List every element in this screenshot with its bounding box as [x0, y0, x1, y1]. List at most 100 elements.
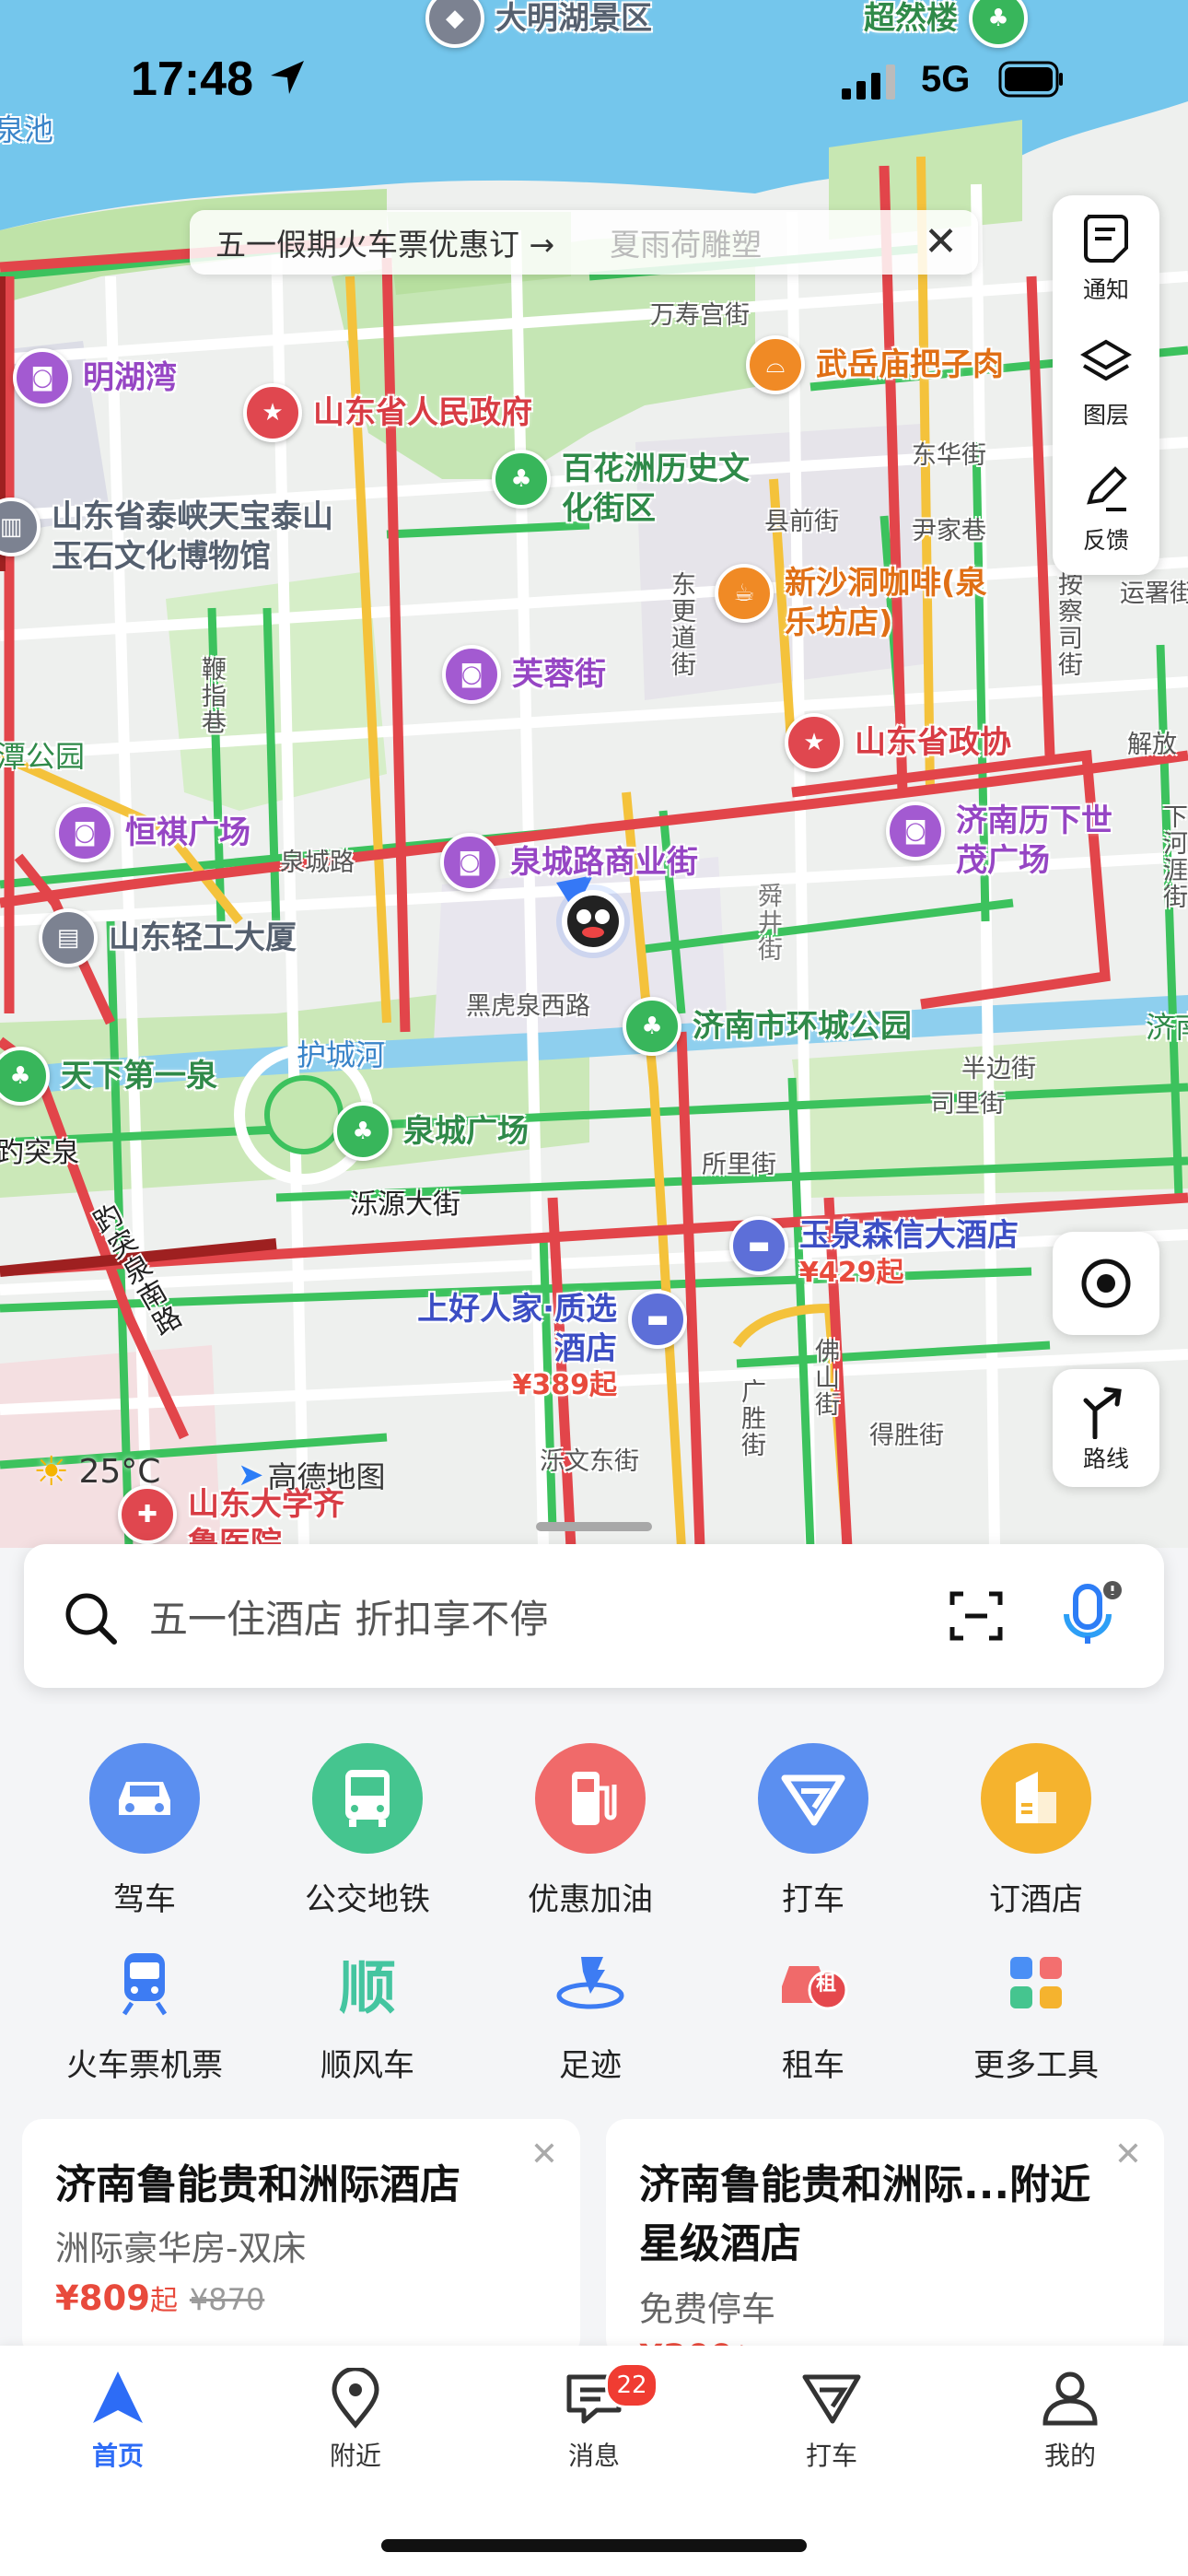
poi-quancheng-square[interactable]: ♣ 泉城广场 — [333, 1102, 529, 1161]
shopping-bag-icon: ◙ — [55, 803, 114, 862]
tool-train-flight-label: 火车票机票 — [66, 2047, 223, 2084]
tool-fuel[interactable]: 优惠加油 — [489, 1743, 692, 1919]
bus-icon — [312, 1743, 423, 1854]
label-jinan-partial: 济南 — [1146, 1010, 1188, 1045]
street-yunshu: 运署街 — [1120, 580, 1188, 608]
fuel-icon — [535, 1743, 646, 1854]
poi-hengqi-plaza[interactable]: ◙ 恒祺广场 — [55, 803, 250, 862]
home-indicator[interactable] — [381, 2539, 807, 2552]
route-button[interactable]: 路线 — [1053, 1369, 1159, 1487]
tool-carpool[interactable]: 顺 顺风车 — [266, 1946, 469, 2085]
poi-provincial-government[interactable]: ★ 山东省人民政府 — [243, 383, 532, 442]
layers-icon — [1080, 339, 1132, 381]
tool-transit[interactable]: 公交地铁 — [266, 1743, 469, 1919]
tab-profile-label: 我的 — [1043, 2441, 1096, 2471]
location-arrow-icon — [271, 61, 304, 94]
scan-icon[interactable] — [947, 1587, 1006, 1645]
poi-quancheng-road[interactable]: ◙ 泉城路商业街 — [440, 833, 698, 892]
poi-yuquan-hotel[interactable]: ▬ 玉泉森信大酒店 ¥429起 — [729, 1216, 1019, 1290]
poi-coffee[interactable]: ☕ 新沙洞咖啡(泉乐坊店) — [715, 564, 1006, 642]
poi-baihuazhou[interactable]: ♣ 百花洲历史文化街区 — [492, 450, 774, 528]
search-icon — [65, 1593, 117, 1645]
profile-icon — [1042, 2371, 1098, 2426]
street-quancheng: 泉城路 — [280, 849, 355, 877]
close-icon[interactable]: ✕ — [924, 219, 958, 265]
location-pin-icon — [332, 2368, 379, 2429]
tool-drive[interactable]: 驾车 — [43, 1743, 246, 1919]
shopping-bag-icon: ◙ — [886, 802, 945, 861]
poi-cppcc[interactable]: ★ 山东省政协 — [785, 713, 1011, 772]
tool-taxi-label: 打车 — [782, 1881, 844, 1918]
tool-more[interactable]: 更多工具 — [935, 1946, 1137, 2085]
hotel-card-subtitle: 免费停车 — [639, 2289, 775, 2329]
street-luoyuan: 泺源大街 — [350, 1188, 460, 1221]
tab-nearby[interactable]: 附近 — [282, 2368, 429, 2473]
route-icon — [1083, 1387, 1122, 1439]
train-icon — [108, 1946, 181, 2020]
notification-icon — [1084, 215, 1128, 263]
hotel-card-2[interactable]: 济南鲁能贵和洲际...附近星级酒店 免费停车 ¥309起 ✕ — [606, 2119, 1164, 2359]
search-input[interactable]: 五一住酒店 折扣享不停 — [149, 1588, 548, 1645]
tool-car-rental[interactable]: 租 租车 — [712, 1946, 914, 2085]
poi-shanghao-hotel[interactable]: ▬ 上好人家·质选酒店 ¥389起 — [396, 1290, 687, 1403]
notification-label: 通知 — [1082, 276, 1129, 303]
voice-assistant-icon[interactable] — [1054, 1577, 1127, 1651]
park-icon: ♣ — [0, 1047, 50, 1106]
poi-museum[interactable]: ▥ 山东省泰峡天宝泰山玉石文化博物馆 — [0, 498, 355, 576]
hotel-card-1[interactable]: 济南鲁能贵和洲际酒店 洲际豪华房-双床 ¥809起 ¥870 ✕ — [22, 2119, 580, 2359]
street-xianqian: 县前街 — [764, 508, 839, 536]
feedback-label: 反馈 — [1082, 527, 1129, 554]
tool-transit-label: 公交地铁 — [305, 1881, 430, 1918]
street-shunjing: 舜井街 — [753, 883, 782, 963]
street-donggeng: 东更道街 — [667, 571, 695, 678]
street-donghua: 东华街 — [912, 441, 986, 470]
poi-wuyuemiao-restaurant[interactable]: ⌓ 武岳庙把子肉 — [746, 335, 1004, 394]
sheet-drag-handle[interactable] — [536, 1522, 652, 1531]
locate-me-button[interactable] — [1053, 1232, 1159, 1335]
street-xiahe: 下河涯街 — [1159, 803, 1187, 910]
tab-home[interactable]: 首页 — [44, 2368, 192, 2473]
street-ancha: 按察司街 — [1054, 571, 1082, 678]
taxi-icon — [802, 2374, 861, 2424]
river-hucheng: 护城河 — [297, 1037, 386, 1072]
hotel-card-title: 济南鲁能贵和洲际酒店 — [55, 2161, 460, 2208]
sun-icon: ☀ — [33, 1448, 70, 1495]
street-foshan: 佛山街 — [810, 1338, 839, 1418]
notification-button[interactable]: 通知 — [1053, 195, 1159, 321]
close-icon[interactable]: ✕ — [1114, 2136, 1142, 2173]
footprint-icon — [553, 1946, 627, 2020]
message-badge: 22 — [605, 2362, 658, 2408]
tool-more-label: 更多工具 — [973, 2047, 1099, 2084]
tool-train-flight[interactable]: 火车票机票 — [43, 1946, 246, 2085]
street-guangsheng: 广胜街 — [737, 1378, 765, 1458]
tab-profile[interactable]: 我的 — [996, 2368, 1144, 2473]
poi-minghuwan[interactable]: ◙ 明湖湾 — [13, 348, 177, 407]
feedback-button[interactable]: 反馈 — [1053, 446, 1159, 571]
layers-label: 图层 — [1082, 402, 1129, 428]
poi-furongjie[interactable]: ◙ 芙蓉街 — [442, 645, 606, 704]
tab-taxi[interactable]: 打车 — [758, 2368, 905, 2473]
hotel-icon — [981, 1743, 1091, 1854]
layers-button[interactable]: 图层 — [1053, 321, 1159, 446]
search-bar[interactable]: 五一住酒店 折扣享不停 — [24, 1544, 1164, 1688]
poi-shimao-plaza[interactable]: ◙ 济南历下世茂广场 — [886, 802, 1112, 880]
promo-banner[interactable]: 五一假期火车票优惠订 → 夏雨荷雕塑 ✕ — [190, 210, 978, 275]
tool-taxi[interactable]: 打车 — [712, 1743, 914, 1919]
label-baotuquan: 趵突泉 — [0, 1137, 79, 1169]
close-icon[interactable]: ✕ — [530, 2136, 558, 2173]
status-bar: 17:48 5G — [0, 0, 1188, 147]
street-luowen: 泺文东街 — [540, 1447, 639, 1476]
street-jiefang: 解放 — [1127, 731, 1177, 759]
amap-brand-text: 高德地图 — [267, 1459, 386, 1494]
tool-footprint[interactable]: 足迹 — [489, 1946, 692, 2085]
poi-qinggong-building[interactable]: ▤ 山东轻工大厦 — [39, 908, 297, 967]
poi-tianxiadiyiquan[interactable]: ♣ 天下第一泉 — [0, 1047, 217, 1106]
tab-messages[interactable]: 消息 22 — [520, 2362, 668, 2473]
poi-huancheng-park[interactable]: ♣ 济南市环城公园 — [623, 997, 912, 1056]
hotel-bed-icon: ▬ — [729, 1216, 788, 1275]
map-side-toolbar: 通知 图层 反馈 — [1053, 195, 1159, 575]
tool-hotel[interactable]: 订酒店 — [935, 1743, 1137, 1919]
route-label: 路线 — [1082, 1446, 1129, 1472]
street-desheng: 得胜街 — [869, 1422, 944, 1450]
car-icon — [89, 1743, 200, 1854]
